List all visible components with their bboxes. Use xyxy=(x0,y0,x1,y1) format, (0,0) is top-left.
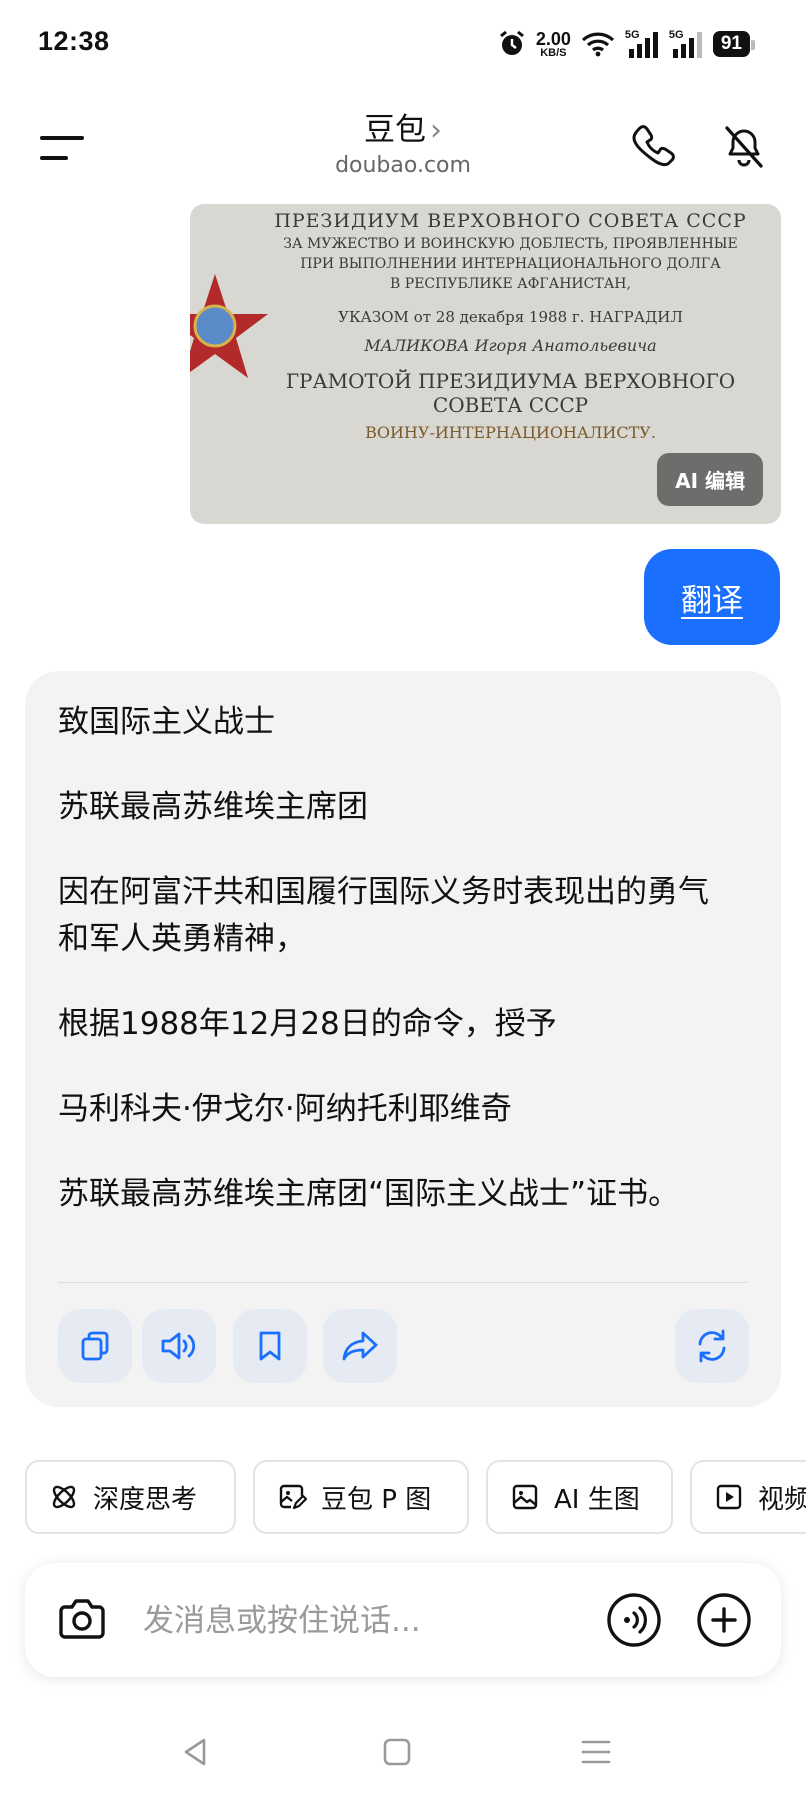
status-time: 12:38 xyxy=(38,26,110,56)
assistant-message-text: 致国际主义战士 苏联最高苏维埃主席团 因在阿富汗共和国履行国际义务时表现出的勇气… xyxy=(58,699,738,1256)
regenerate-button[interactable] xyxy=(675,1309,749,1383)
answer-paragraph: 苏联最高苏维埃主席团“国际主义战士”证书。 xyxy=(58,1176,680,1212)
signal-icon xyxy=(628,32,658,58)
share-icon xyxy=(342,1331,378,1361)
document-line: ЗА МУЖЕСТВО И ВОИНСКУЮ ДОБЛЕСТЬ, ПРОЯВЛЕ… xyxy=(283,236,738,252)
answer-paragraph: 因在阿富汗共和国履行国际义务时表现出的勇气和军人英勇精神， xyxy=(58,874,709,957)
copy-button[interactable] xyxy=(58,1309,132,1383)
home-icon[interactable] xyxy=(379,1734,415,1770)
regenerate-icon xyxy=(698,1329,726,1363)
chip-label: 豆包 P 图 xyxy=(321,1484,432,1515)
battery-icon: 91 xyxy=(712,31,756,57)
voice-call-icon[interactable] xyxy=(605,1591,663,1649)
back-icon[interactable] xyxy=(178,1734,214,1770)
atom-icon xyxy=(52,1485,76,1509)
chip-video[interactable]: 视频 xyxy=(690,1460,806,1534)
net-speed: 2.00 KB/S xyxy=(536,30,571,59)
document-line: ВОИНУ-ИНТЕРНАЦИОНАЛИСТУ. xyxy=(365,423,656,442)
net-speed-unit: KB/S xyxy=(540,46,567,59)
copy-icon xyxy=(81,1331,109,1361)
recents-icon[interactable] xyxy=(578,1734,614,1770)
image-icon xyxy=(512,1484,538,1510)
share-button[interactable] xyxy=(323,1309,397,1383)
net-speed-value: 2.00 xyxy=(535,28,571,49)
answer-paragraph: 马利科夫·伊戈尔·阿纳托利耶维奇 xyxy=(58,1091,512,1127)
camera-icon[interactable] xyxy=(53,1591,111,1649)
bookmark-button[interactable] xyxy=(233,1309,307,1383)
document-line: МАЛИКОВА Игоря Анатольевича xyxy=(364,336,657,355)
chip-ai-image[interactable]: AI 生图 xyxy=(486,1460,673,1534)
document-line: В РЕСПУБЛИКЕ АФГАНИСТАН, xyxy=(390,276,631,292)
status-bar: 12:38 2.00 KB/S 5G 5G 91 xyxy=(0,0,806,92)
app-title: 豆包 xyxy=(364,112,426,148)
user-message-bubble[interactable]: 翻译 xyxy=(644,549,780,645)
system-nav-bar xyxy=(0,1720,806,1780)
image-message[interactable]: ПРЕЗИДИУМ ВЕРХОВНОГО СОВЕТА СССР ЗА МУЖЕ… xyxy=(190,204,781,524)
user-message-text: 翻译 xyxy=(681,582,743,619)
document-line: ПРЕЗИДИУМ ВЕРХОВНОГО СОВЕТА СССР xyxy=(274,210,747,232)
signal-2: 5G xyxy=(669,29,703,59)
document-line: ГРАМОТОЙ ПРЕЗИДИУМА ВЕРХОВНОГО СОВЕТА СС… xyxy=(285,369,736,417)
video-icon xyxy=(716,1484,742,1510)
plus-icon[interactable] xyxy=(695,1591,753,1649)
app-domain: doubao.com xyxy=(335,153,471,178)
answer-paragraph: 苏联最高苏维埃主席团 xyxy=(58,789,368,825)
chip-label: AI 生图 xyxy=(554,1484,640,1515)
chip-deep-thinking[interactable]: 深度思考 xyxy=(25,1460,236,1534)
assistant-message: 致国际主义战士 苏联最高苏维埃主席团 因在阿富汗共和国履行国际义务时表现出的勇气… xyxy=(25,671,781,1407)
read-aloud-button[interactable] xyxy=(142,1309,216,1383)
signal-icon xyxy=(672,32,702,58)
chip-label: 深度思考 xyxy=(93,1484,198,1515)
alarm-icon xyxy=(499,30,524,55)
document-line: УКАЗОМ от 28 декабря 1988 г. НАГРАДИЛ xyxy=(338,308,683,326)
wifi-icon xyxy=(581,32,614,57)
chip-image-edit[interactable]: 豆包 P 图 xyxy=(253,1460,469,1534)
top-app-bar: 豆包 › doubao.com xyxy=(0,92,806,202)
document-text: ПРЕЗИДИУМ ВЕРХОВНОГО СОВЕТА СССР ЗА МУЖЕ… xyxy=(250,204,771,442)
answer-paragraph: 根据1988年12月28日的命令，授予 xyxy=(58,1006,557,1042)
bookmark-icon xyxy=(259,1331,281,1361)
chat-title[interactable]: 豆包 › doubao.com xyxy=(0,104,806,178)
message-input[interactable] xyxy=(141,1593,505,1649)
suggestion-chips: 深度思考 豆包 P 图 AI 生图 视频 xyxy=(25,1460,806,1536)
image-edit-icon xyxy=(279,1484,307,1510)
phone-icon[interactable] xyxy=(628,120,680,172)
answer-paragraph: 致国际主义战士 xyxy=(58,704,275,740)
divider xyxy=(58,1282,748,1283)
chip-label: 视频 xyxy=(758,1484,806,1515)
signal-1: 5G xyxy=(625,29,659,59)
ai-edit-button[interactable]: AI 编辑 xyxy=(657,453,763,506)
chevron-right-icon: › xyxy=(430,113,442,148)
message-composer xyxy=(25,1563,781,1677)
document-line: ПРИ ВЫПОЛНЕНИИ ИНТЕРНАЦИОНАЛЬНОГО ДОЛГА xyxy=(300,256,721,272)
mute-icon[interactable] xyxy=(717,120,769,172)
status-icons: 2.00 KB/S 5G 5G 91 xyxy=(498,24,756,64)
speaker-icon xyxy=(161,1332,196,1360)
